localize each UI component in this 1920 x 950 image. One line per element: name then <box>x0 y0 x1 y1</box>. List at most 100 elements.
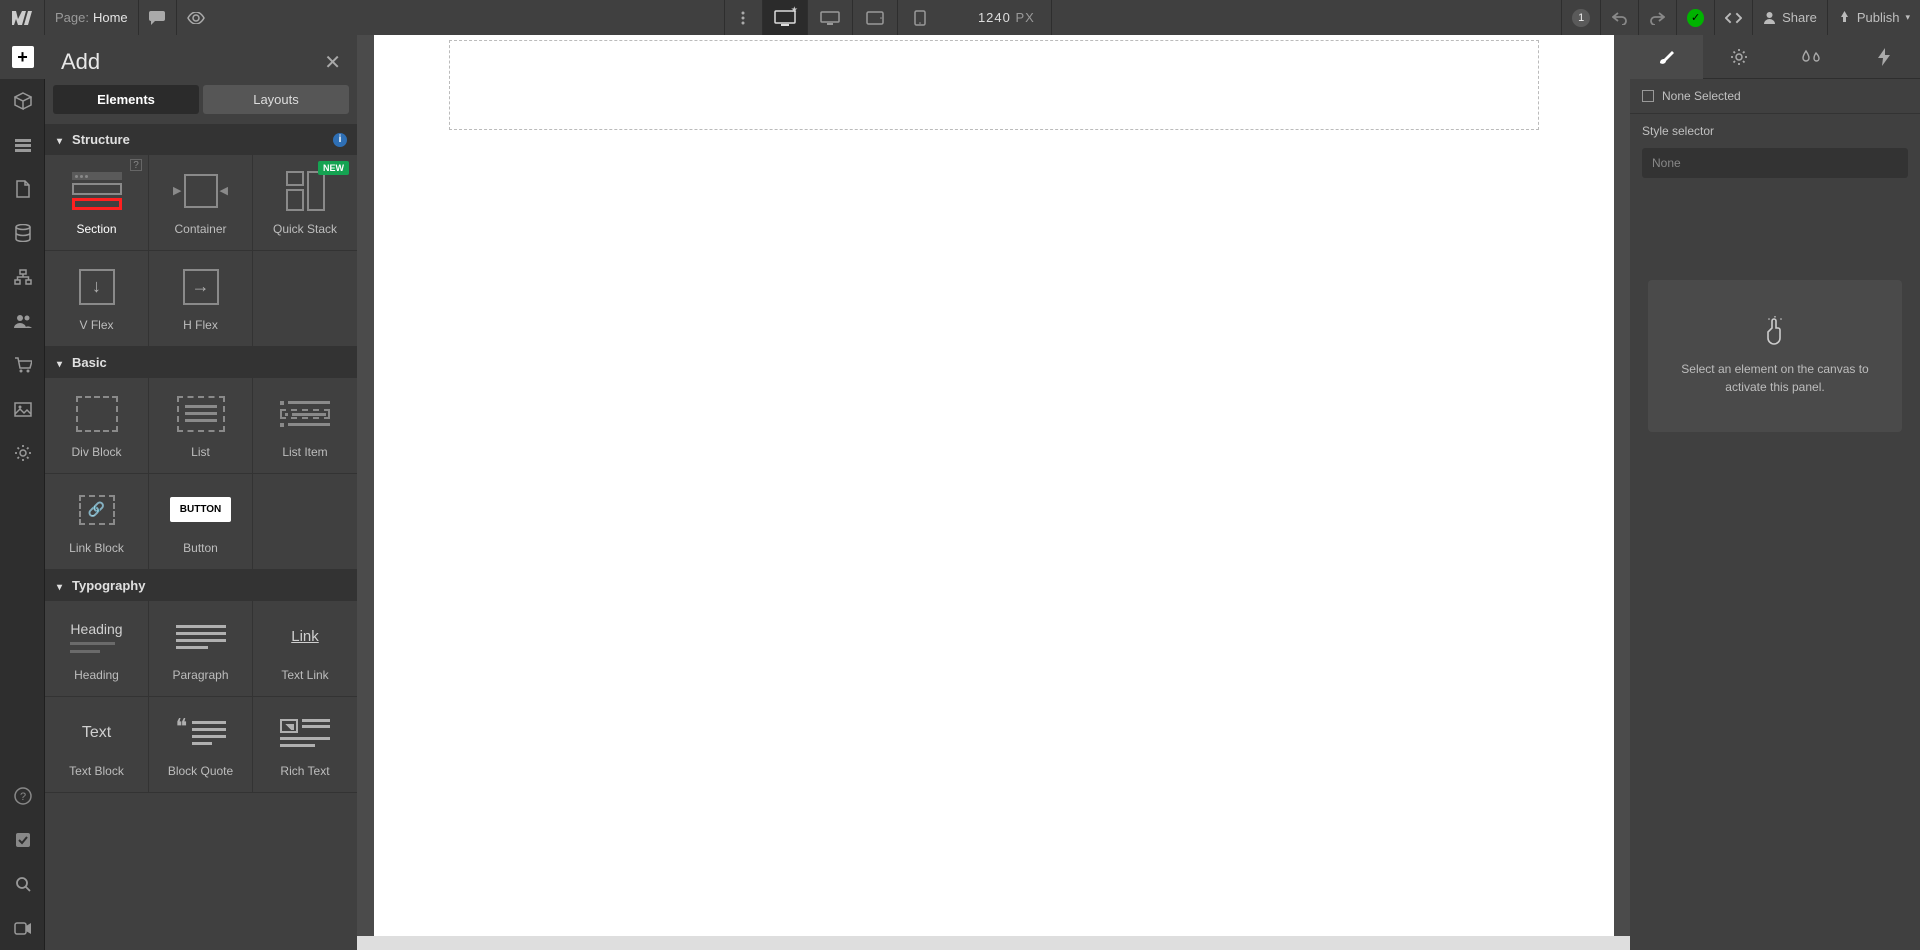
tab-layouts[interactable]: Layouts <box>203 85 349 114</box>
rail-cms[interactable] <box>0 211 45 255</box>
div-block-icon <box>76 396 118 432</box>
info-icon[interactable]: i <box>333 133 347 147</box>
droplets-icon <box>1801 49 1821 65</box>
checkbox-icon <box>15 832 31 848</box>
undo-button[interactable] <box>1600 0 1638 35</box>
selection-indicator-icon <box>1642 90 1654 102</box>
chevron-down-icon: ▾ <box>1905 12 1910 23</box>
element-section[interactable]: ? Section <box>45 155 149 251</box>
rail-search[interactable] <box>0 862 45 906</box>
users-icon <box>14 314 32 328</box>
redo-button[interactable] <box>1638 0 1676 35</box>
paragraph-icon <box>176 625 226 649</box>
add-panel-tabs: Elements Layouts <box>45 85 357 124</box>
breakpoint-mobile[interactable] <box>897 0 942 35</box>
rail-logic[interactable] <box>0 255 45 299</box>
video-icon <box>14 922 32 935</box>
rail-help[interactable]: ? <box>0 774 45 818</box>
element-h-flex[interactable]: → H Flex <box>149 251 253 347</box>
webflow-icon <box>12 11 32 25</box>
element-v-flex[interactable]: ↓ V Flex <box>45 251 149 347</box>
style-panel-empty-state: Select an element on the canvas to activ… <box>1648 280 1902 432</box>
add-panel: Add ✕ Elements Layouts Structurei ? Sect… <box>45 35 357 950</box>
section-header-basic[interactable]: Basic <box>45 347 357 378</box>
rocket-icon <box>1838 11 1851 24</box>
element-text-link[interactable]: Link Text Link <box>253 601 357 697</box>
text-icon: Text <box>82 724 111 742</box>
element-block-quote[interactable]: ❝ Block Quote <box>149 697 253 793</box>
rail-settings[interactable] <box>0 431 45 475</box>
page-selector[interactable]: Page: Home <box>45 0 139 35</box>
canvas-page[interactable] <box>374 35 1614 936</box>
mobile-icon <box>914 10 926 26</box>
database-icon <box>15 224 31 242</box>
rail-add[interactable]: + <box>0 35 45 79</box>
left-tool-rail: + ? <box>0 35 45 950</box>
queue-badge[interactable]: 1 <box>1561 0 1600 35</box>
publish-button[interactable]: Publish ▾ <box>1827 0 1920 35</box>
element-container[interactable]: ▶◀ Container <box>149 155 253 251</box>
canvas-width-readout[interactable]: 1240 PX <box>942 0 1052 35</box>
preview-button[interactable] <box>177 0 215 35</box>
right-panel-tabs <box>1630 35 1920 79</box>
comment-icon <box>149 11 165 25</box>
element-paragraph[interactable]: Paragraph <box>149 601 253 697</box>
close-panel-button[interactable]: ✕ <box>324 50 341 75</box>
section-icon <box>72 172 122 210</box>
element-list[interactable]: List <box>149 378 253 474</box>
bolt-icon <box>1878 48 1890 66</box>
rail-components[interactable] <box>0 79 45 123</box>
help-badge[interactable]: ? <box>130 159 142 171</box>
code-icon <box>1725 12 1742 24</box>
plus-icon: + <box>12 46 34 68</box>
cube-icon <box>14 92 32 110</box>
webflow-logo[interactable] <box>0 0 45 35</box>
tab-interactions[interactable] <box>1848 35 1920 79</box>
element-list-item[interactable]: List Item <box>253 378 357 474</box>
menu-dots[interactable] <box>724 0 762 35</box>
page-label: Page: <box>55 10 89 25</box>
canvas[interactable] <box>357 35 1630 950</box>
style-selector-field[interactable]: None <box>1642 148 1908 178</box>
button-icon: BUTTON <box>170 497 231 522</box>
sitemap-icon <box>14 269 32 285</box>
tab-style[interactable] <box>1630 35 1703 79</box>
comments-button[interactable] <box>139 0 177 35</box>
canvas-dropzone[interactable] <box>449 40 1539 130</box>
tab-elements[interactable]: Elements <box>53 85 199 114</box>
section-header-structure[interactable]: Structurei <box>45 124 357 155</box>
status-ok[interactable]: ✓ <box>1676 0 1714 35</box>
rail-pages[interactable] <box>0 167 45 211</box>
tab-settings[interactable] <box>1703 35 1776 79</box>
tab-style-manager[interactable] <box>1775 35 1848 79</box>
breakpoint-tablet[interactable] <box>852 0 897 35</box>
link-block-icon: 🔗 <box>79 495 115 525</box>
element-text-block[interactable]: Text Text Block <box>45 697 149 793</box>
image-icon <box>14 402 32 417</box>
heading-icon: Heading <box>70 621 122 653</box>
svg-text:?: ? <box>19 791 25 803</box>
element-heading[interactable]: Heading Heading <box>45 601 149 697</box>
breakpoint-desktop[interactable] <box>807 0 852 35</box>
section-header-typography[interactable]: Typography <box>45 570 357 601</box>
breakpoint-desktop-large[interactable]: ★ <box>762 0 807 35</box>
rail-navigator[interactable] <box>0 123 45 167</box>
container-icon: ▶◀ <box>173 174 228 208</box>
element-rich-text[interactable]: Rich Text <box>253 697 357 793</box>
export-code-button[interactable] <box>1714 0 1752 35</box>
rail-video[interactable] <box>0 906 45 950</box>
element-div-block[interactable]: Div Block <box>45 378 149 474</box>
element-link-block[interactable]: 🔗 Link Block <box>45 474 149 570</box>
rail-ecommerce[interactable] <box>0 343 45 387</box>
element-empty <box>253 474 357 570</box>
canvas-horizontal-scrollbar[interactable] <box>357 936 1630 950</box>
list-icon <box>177 396 225 432</box>
search-icon <box>15 876 31 892</box>
element-quick-stack[interactable]: NEW Quick Stack <box>253 155 357 251</box>
rail-users[interactable] <box>0 299 45 343</box>
rail-audit[interactable] <box>0 818 45 862</box>
rail-assets[interactable] <box>0 387 45 431</box>
share-button[interactable]: Share <box>1752 0 1827 35</box>
selection-row: None Selected <box>1630 79 1920 114</box>
element-button[interactable]: BUTTON Button <box>149 474 253 570</box>
